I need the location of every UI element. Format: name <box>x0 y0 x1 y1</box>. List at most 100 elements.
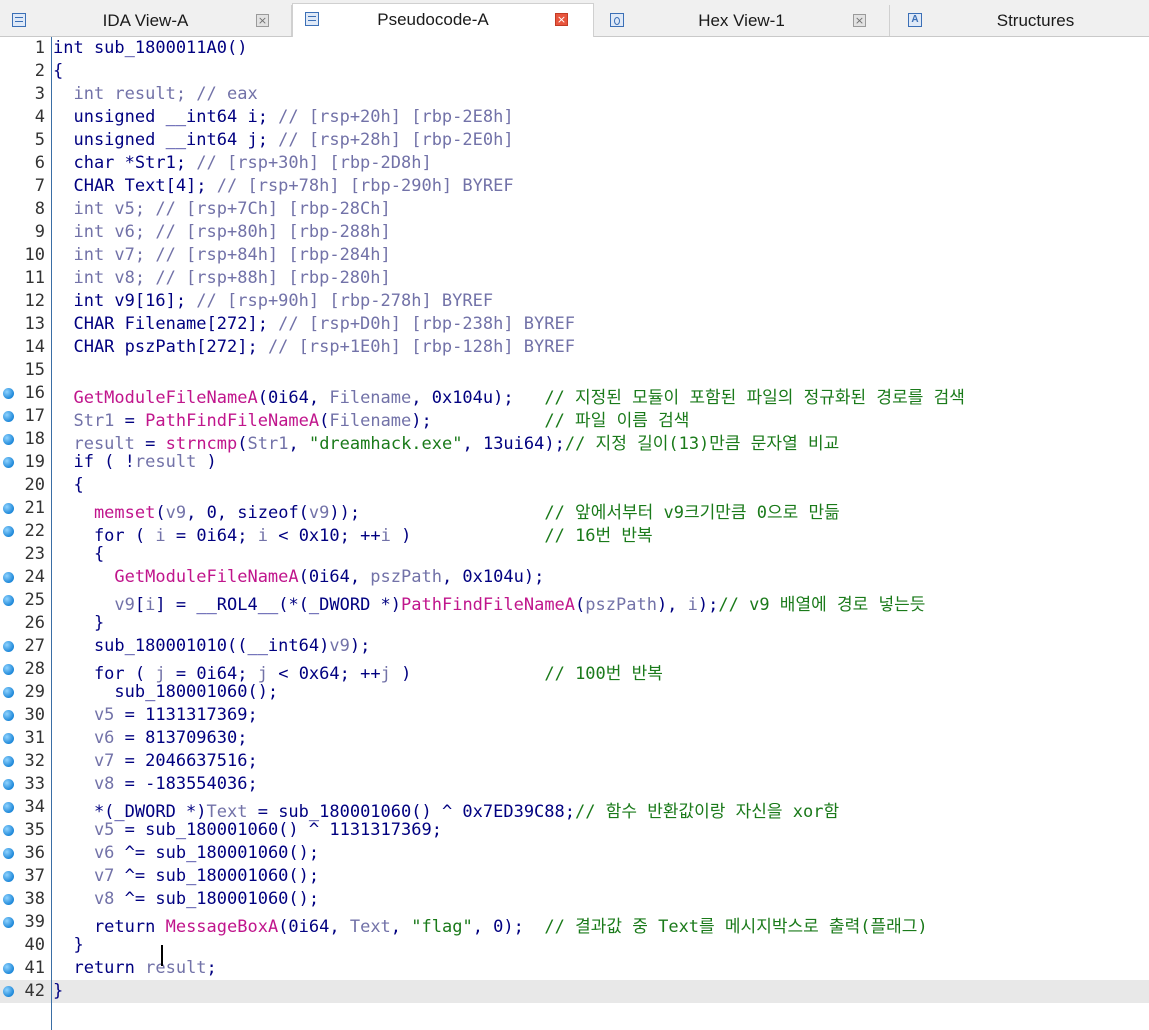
line-number: 18 <box>24 429 45 449</box>
close-icon[interactable]: × <box>853 14 866 27</box>
code-line[interactable]: 27 sub_180001010((__int64)v9); <box>0 635 1149 658</box>
line-number: 1 <box>34 38 45 58</box>
code-line[interactable]: 3 int result; // eax <box>0 83 1149 106</box>
code-token: ) <box>196 452 217 472</box>
tab-pseudocode-a[interactable]: Pseudocode-A × <box>292 3 594 37</box>
line-number: 32 <box>24 751 45 771</box>
code-line[interactable]: 8 int v5; // [rsp+7Ch] [rbp-28Ch] <box>0 198 1149 221</box>
code-line[interactable]: 36 v6 ^= sub_180001060(); <box>0 842 1149 865</box>
code-token: pszPath <box>370 567 442 587</box>
code-line[interactable]: 35 v5 = sub_180001060() ^ 1131317369; <box>0 819 1149 842</box>
code-token: CHAR Text[4]; <box>53 176 217 196</box>
code-token: v6 <box>53 843 115 863</box>
code-line[interactable]: 25 v9[i] = __ROL4__(*(_DWORD *)PathFindF… <box>0 589 1149 615</box>
code-line[interactable]: 30 v5 = 1131317369; <box>0 704 1149 727</box>
code-token: = -183554036; <box>114 774 258 794</box>
gutter-divider <box>51 37 52 1030</box>
code-line[interactable]: 5 unsigned __int64 j; // [rsp+28h] [rbp-… <box>0 129 1149 152</box>
code-token: (0i64, <box>298 567 371 587</box>
code-token: // [rsp+28h] [rbp-2E0h] <box>278 130 514 150</box>
code-line[interactable]: 40 } <box>0 934 1149 957</box>
code-line[interactable]: 22 for ( i = 0i64; i < 0x10; ++i ) // 16… <box>0 520 1149 546</box>
code-text: CHAR Text[4]; // [rsp+78h] [rbp-290h] BY… <box>53 176 513 196</box>
code-text: v5 = 1131317369; <box>53 705 258 725</box>
code-line[interactable]: 11 int v8; // [rsp+88h] [rbp-280h] <box>0 267 1149 290</box>
code-token: } <box>53 613 105 633</box>
line-number: 3 <box>34 84 45 104</box>
code-line[interactable]: 32 v7 = 2046637516; <box>0 750 1149 773</box>
line-number: 9 <box>34 222 45 242</box>
line-number: 15 <box>24 360 45 380</box>
line-number: 11 <box>24 268 45 288</box>
line-number: 40 <box>24 935 45 955</box>
code-line[interactable]: 10 int v7; // [rsp+84h] [rbp-284h] <box>0 244 1149 267</box>
code-token: unsigned __int64 i; <box>53 107 279 127</box>
code-token: GetModuleFileNameA <box>53 567 299 587</box>
code-line[interactable]: 33 v8 = -183554036; <box>0 773 1149 796</box>
code-token: if ( ! <box>53 452 135 472</box>
code-line[interactable]: 14 CHAR pszPath[272]; // [rsp+1E0h] [rbp… <box>0 336 1149 359</box>
code-token: // [rsp+90h] [rbp-278h] BYREF <box>196 291 494 311</box>
tab-ida-view-a[interactable]: IDA View-A × <box>0 5 292 36</box>
code-line[interactable]: 38 v8 ^= sub_180001060(); <box>0 888 1149 911</box>
code-token: { <box>53 544 105 564</box>
code-token: int v9[16]; <box>53 291 197 311</box>
code-line[interactable]: 9 int v6; // [rsp+80h] [rbp-288h] <box>0 221 1149 244</box>
code-token: int v8; // [rsp+88h] [rbp-280h] <box>53 268 391 288</box>
line-number: 25 <box>24 590 45 610</box>
code-line[interactable]: 41 return result; <box>0 957 1149 980</box>
code-line[interactable]: 15 <box>0 359 1149 382</box>
code-line[interactable]: 28 for ( j = 0i64; j < 0x64; ++j ) // 10… <box>0 658 1149 684</box>
close-icon[interactable]: × <box>256 14 269 27</box>
code-line[interactable]: 2{ <box>0 60 1149 83</box>
pseudocode-editor[interactable]: 1 int sub_1800011A0() 2{3 int result; // e… <box>0 37 1149 1030</box>
code-line[interactable]: 24 GetModuleFileNameA(0i64, pszPath, 0x1… <box>0 566 1149 589</box>
code-line[interactable]: 12 int v9[16]; // [rsp+90h] [rbp-278h] B… <box>0 290 1149 313</box>
code-token: v7 <box>53 866 115 886</box>
code-line[interactable]: 34 *(_DWORD *)Text = sub_180001060() ^ 0… <box>0 796 1149 822</box>
code-text: int v9[16]; // [rsp+90h] [rbp-278h] BYRE… <box>53 291 493 311</box>
code-token: v6 <box>53 728 115 748</box>
code-token: sub_180001010((__int64) <box>53 636 330 656</box>
code-token: v8 <box>53 774 115 794</box>
code-token: } <box>53 981 64 1001</box>
line-number: 41 <box>24 958 45 978</box>
code-line[interactable]: 6 char *Str1; // [rsp+30h] [rbp-2D8h] <box>0 152 1149 175</box>
code-line[interactable]: 42} <box>0 980 1149 1003</box>
code-text: v6 = 813709630; <box>53 728 248 748</box>
code-token: = 2046637516; <box>114 751 258 771</box>
text-caret <box>161 945 163 966</box>
code-line[interactable]: 13 CHAR Filename[272]; // [rsp+D0h] [rbp… <box>0 313 1149 336</box>
code-token: int v5; // [rsp+7Ch] [rbp-28Ch] <box>53 199 391 219</box>
code-token: v9 <box>329 636 350 656</box>
code-text: if ( !result ) <box>53 452 217 472</box>
code-line[interactable]: 29 sub_180001060(); <box>0 681 1149 704</box>
line-number: 26 <box>24 613 45 633</box>
code-line[interactable]: 4 unsigned __int64 i; // [rsp+20h] [rbp-… <box>0 106 1149 129</box>
code-line[interactable]: 7 CHAR Text[4]; // [rsp+78h] [rbp-290h] … <box>0 175 1149 198</box>
code-text: int v7; // [rsp+84h] [rbp-284h] <box>53 245 391 265</box>
code-token: CHAR Filename[272]; <box>53 314 279 334</box>
code-line[interactable]: 19 if ( !result ) <box>0 451 1149 474</box>
tab-hex-view-1[interactable]: Hex View-1 × <box>594 5 890 36</box>
code-text: GetModuleFileNameA(0i64, pszPath, 0x104u… <box>53 567 544 587</box>
tab-structures[interactable]: A Structures <box>890 5 1149 36</box>
line-number: 5 <box>34 130 45 150</box>
code-line[interactable]: 1 int sub_1800011A0() <box>0 37 1149 60</box>
close-icon[interactable]: × <box>555 13 568 26</box>
code-token: int v7; // [rsp+84h] [rbp-284h] <box>53 245 391 265</box>
code-line[interactable]: 31 v6 = 813709630; <box>0 727 1149 750</box>
code-line[interactable]: 26 } <box>0 612 1149 635</box>
code-token: = 813709630; <box>114 728 248 748</box>
code-line[interactable]: 21 memset(v9, 0, sizeof(v9)); // 앞에서부터 v… <box>0 497 1149 523</box>
code-token: ^= sub_180001060(); <box>114 866 320 886</box>
line-number: 21 <box>24 498 45 518</box>
code-line[interactable]: 16 GetModuleFileNameA(0i64, Filename, 0x… <box>0 382 1149 408</box>
code-line[interactable]: 23 { <box>0 543 1149 566</box>
code-line[interactable]: 37 v7 ^= sub_180001060(); <box>0 865 1149 888</box>
line-number: 20 <box>24 475 45 495</box>
code-line[interactable]: 18 result = strncmp(Str1, "dreamhack.exe… <box>0 428 1149 454</box>
code-line[interactable]: 17 Str1 = PathFindFileNameA(Filename); /… <box>0 405 1149 431</box>
code-line[interactable]: 39 return MessageBoxA(0i64, Text, "flag"… <box>0 911 1149 937</box>
code-line[interactable]: 20 { <box>0 474 1149 497</box>
